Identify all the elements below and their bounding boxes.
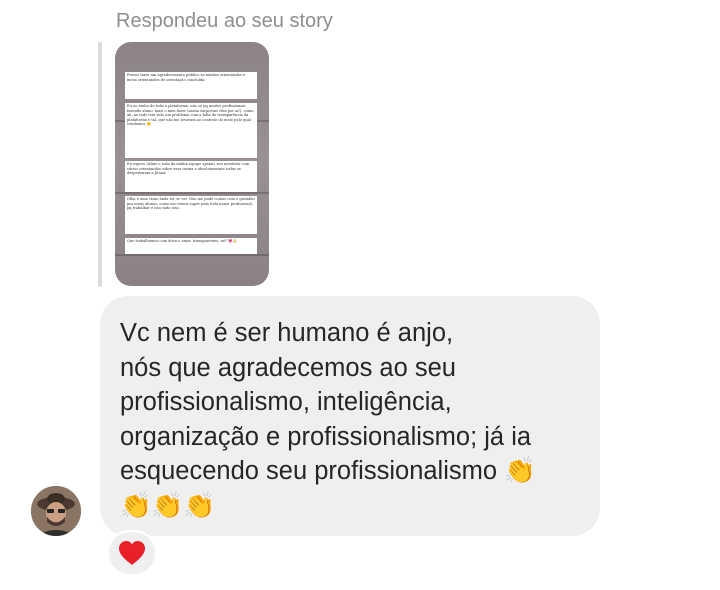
heart-icon — [119, 541, 145, 565]
story-note: Eu espero (Aline e toda da minha equipe … — [125, 161, 257, 192]
background-shelf — [115, 254, 269, 256]
reply-context-label: Respondeu ao seu story — [116, 10, 333, 32]
story-note: Olha é uma visão linda ter se ver. Não m… — [125, 196, 257, 234]
story-note: Eu ao tenho de toda a plataforma, não só… — [125, 103, 257, 158]
message-bubble[interactable]: Vc nem é ser humano é anjo, nós que agra… — [100, 296, 600, 536]
avatar-photo — [31, 486, 81, 536]
message-text: Vc nem é ser humano é anjo, nós que agra… — [120, 319, 536, 520]
story-thumbnail[interactable]: Prezos fazer um agradecimento público às… — [115, 42, 269, 286]
story-note: Que trabalhemos com ética e amor, transp… — [125, 238, 257, 254]
reply-indicator-bar — [98, 42, 102, 287]
background-shelf — [115, 192, 269, 194]
heart-reaction[interactable] — [107, 530, 157, 576]
story-note: Prezos fazer um agradecimento público às… — [125, 72, 257, 99]
sender-avatar[interactable] — [31, 486, 81, 536]
